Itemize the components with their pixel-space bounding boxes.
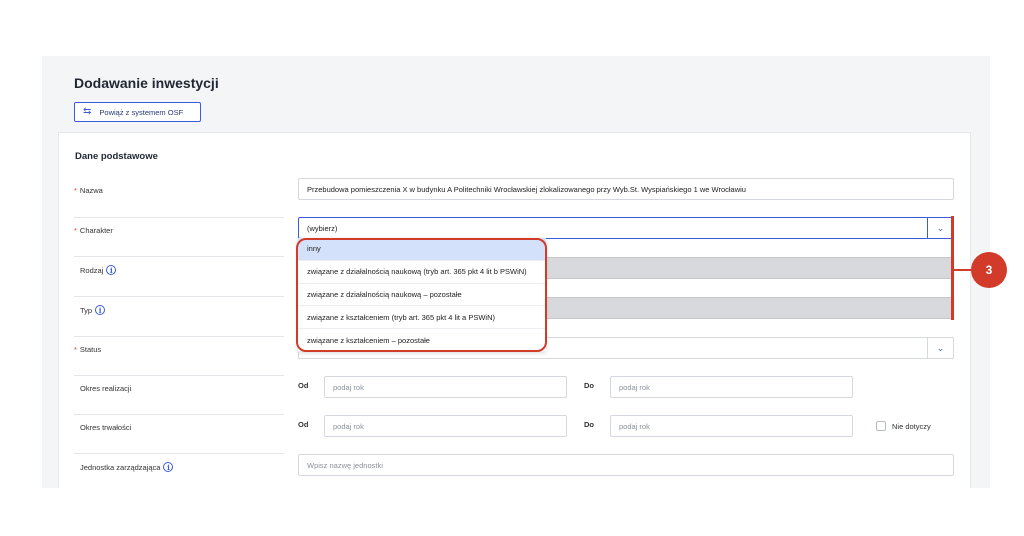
label-rodzaj-text: Rodzaj — [80, 265, 104, 275]
section-title: Dane podstawowe — [75, 151, 158, 162]
placeholder: Wpisz nazwę jednostki — [307, 460, 383, 470]
nazwa-value: Przebudowa pomieszczenia X w budynku A P… — [307, 184, 746, 194]
swap-arrows-icon: ⇆ — [83, 106, 92, 117]
label-status-text: Status — [79, 345, 102, 354]
label-charakter: * Charakter — [74, 226, 113, 235]
label-charakter-text: Charakter — [79, 226, 113, 235]
row-divider — [74, 256, 284, 257]
link-osf-button[interactable]: ⇆ Powiąż z systemem OSF — [74, 102, 201, 122]
row-divider — [74, 336, 284, 337]
dropdown-option[interactable]: związane z kształceniem (tryb art. 365 p… — [298, 306, 546, 330]
charakter-select[interactable]: (wybierz) ⌄ — [298, 217, 954, 239]
label-jednostka: Jednostka zarządzająca i — [80, 462, 174, 472]
label-typ-text: Typ — [80, 305, 93, 315]
link-osf-label: Powiąż z systemem OSF — [99, 107, 184, 117]
placeholder: podaj rok — [333, 421, 364, 431]
label-okres-realizacji-text: Okres realizacji — [80, 384, 132, 393]
realizacja-do-input[interactable]: podaj rok — [610, 376, 853, 398]
dropdown-option[interactable]: związane z kształceniem – pozostałe — [298, 329, 546, 352]
label-okres-trwalosci-text: Okres trwałości — [80, 423, 132, 432]
nie-dotyczy-label: Nie dotyczy — [892, 422, 931, 431]
info-icon[interactable]: i — [106, 265, 117, 275]
info-icon[interactable]: i — [95, 305, 106, 315]
annotation-callout-badge: 3 — [971, 252, 1007, 288]
do-label: Do — [584, 420, 594, 429]
row-divider — [74, 453, 284, 454]
nie-dotyczy-checkbox[interactable] — [876, 421, 886, 431]
required-mark: * — [74, 226, 77, 235]
row-divider — [74, 296, 284, 297]
charakter-dropdown-menu: inny związane z działalnością naukową (t… — [298, 238, 546, 352]
label-nazwa: * Nazwa — [74, 186, 103, 195]
row-divider — [74, 217, 284, 218]
page-title: Dodawanie inwestycji — [74, 75, 219, 91]
label-okres-trwalosci: Okres trwałości — [80, 423, 131, 432]
placeholder: podaj rok — [619, 382, 650, 392]
row-divider — [74, 375, 284, 376]
label-status: * Status — [74, 345, 101, 354]
label-nazwa-text: Nazwa — [79, 186, 103, 195]
annotation-bracket — [951, 216, 954, 320]
trwalosc-od-input[interactable]: podaj rok — [324, 415, 567, 437]
dropdown-option[interactable]: związane z działalnością naukową (tryb a… — [298, 261, 546, 284]
info-icon[interactable]: i — [163, 462, 174, 472]
label-okres-realizacji: Okres realizacji — [80, 384, 131, 393]
chevron-down-icon[interactable]: ⌄ — [927, 338, 953, 358]
od-label: Od — [298, 381, 309, 390]
label-jednostka-text: Jednostka zarządzająca — [80, 462, 161, 472]
label-rodzaj: Rodzaj i — [80, 265, 117, 275]
placeholder: podaj rok — [333, 382, 364, 392]
chevron-down-icon[interactable]: ⌄ — [927, 218, 953, 238]
dropdown-option[interactable]: inny — [298, 238, 546, 261]
dropdown-option[interactable]: związane z działalnością naukową – pozos… — [298, 284, 546, 307]
do-label: Do — [584, 381, 594, 390]
required-mark: * — [74, 186, 77, 195]
trwalosc-do-input[interactable]: podaj rok — [610, 415, 853, 437]
nazwa-input[interactable]: Przebudowa pomieszczenia X w budynku A P… — [298, 178, 954, 200]
label-typ: Typ i — [80, 305, 106, 315]
jednostka-input[interactable]: Wpisz nazwę jednostki — [298, 454, 954, 476]
realizacja-od-input[interactable]: podaj rok — [324, 376, 567, 398]
row-divider — [74, 414, 284, 415]
od-label: Od — [298, 420, 309, 429]
placeholder: podaj rok — [619, 421, 650, 431]
required-mark: * — [74, 345, 77, 354]
annotation-connector — [954, 269, 972, 271]
charakter-value: (wybierz) — [307, 223, 338, 233]
